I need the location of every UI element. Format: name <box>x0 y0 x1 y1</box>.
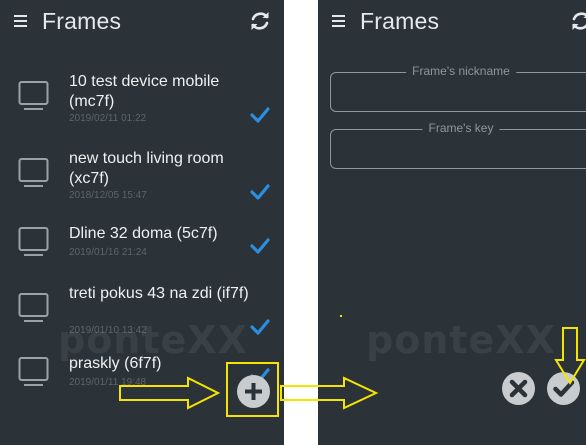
frame-list-item[interactable]: 10 test device mobile (mc7f) 2019/02/11 0… <box>0 70 284 140</box>
arrow-down-icon <box>554 327 586 385</box>
add-button-highlight <box>226 362 279 417</box>
watermark: ponteXX <box>366 318 556 362</box>
page-title: Frames <box>360 8 440 34</box>
tv-icon <box>18 81 49 110</box>
nickname-label: Frame's nickname <box>406 64 516 78</box>
frame-name: Dline 32 doma (5c7f) <box>69 225 218 242</box>
arrow-right-icon <box>119 376 221 410</box>
arrow-right-icon <box>280 376 379 410</box>
refresh-icon[interactable] <box>247 8 273 34</box>
check-icon[interactable] <box>250 107 270 123</box>
nickname-input[interactable] <box>339 83 583 103</box>
frame-date: 2019/01/16 21:24 <box>69 247 147 258</box>
frame-key-input[interactable] <box>339 140 583 160</box>
top-bar: Frames <box>318 0 586 46</box>
page-title: Frames <box>42 8 122 34</box>
top-bar: Frames <box>0 0 284 46</box>
cancel-button[interactable] <box>502 372 535 405</box>
frame-name: treti pokus 43 na zdi (if7f) <box>69 285 249 302</box>
frame-key-label: Frame's key <box>422 121 500 135</box>
frame-name: new touch living room (xc7f) <box>69 150 224 187</box>
check-icon[interactable] <box>250 319 270 335</box>
menu-icon[interactable] <box>14 15 27 27</box>
close-icon <box>509 379 528 398</box>
menu-icon[interactable] <box>332 15 345 27</box>
refresh-icon[interactable] <box>568 8 586 34</box>
frame-key-field[interactable]: Frame's key <box>330 121 586 169</box>
frame-name: 10 test device mobile (mc7f) <box>69 73 220 110</box>
watermark: ponteXX <box>58 318 248 362</box>
check-icon[interactable] <box>250 238 270 254</box>
cursor-dot <box>340 315 342 317</box>
frame-date: 2018/12/05 15:47 <box>69 190 147 201</box>
frame-list-item[interactable]: new touch living room (xc7f) 2018/12/05 1… <box>0 147 284 217</box>
tv-icon <box>18 293 49 322</box>
tv-icon <box>18 158 49 187</box>
nickname-field[interactable]: Frame's nickname <box>330 64 586 112</box>
frame-date: 2019/02/11 01:22 <box>69 113 147 124</box>
tv-icon <box>18 357 49 386</box>
tv-icon <box>18 227 49 256</box>
check-icon[interactable] <box>250 184 270 200</box>
